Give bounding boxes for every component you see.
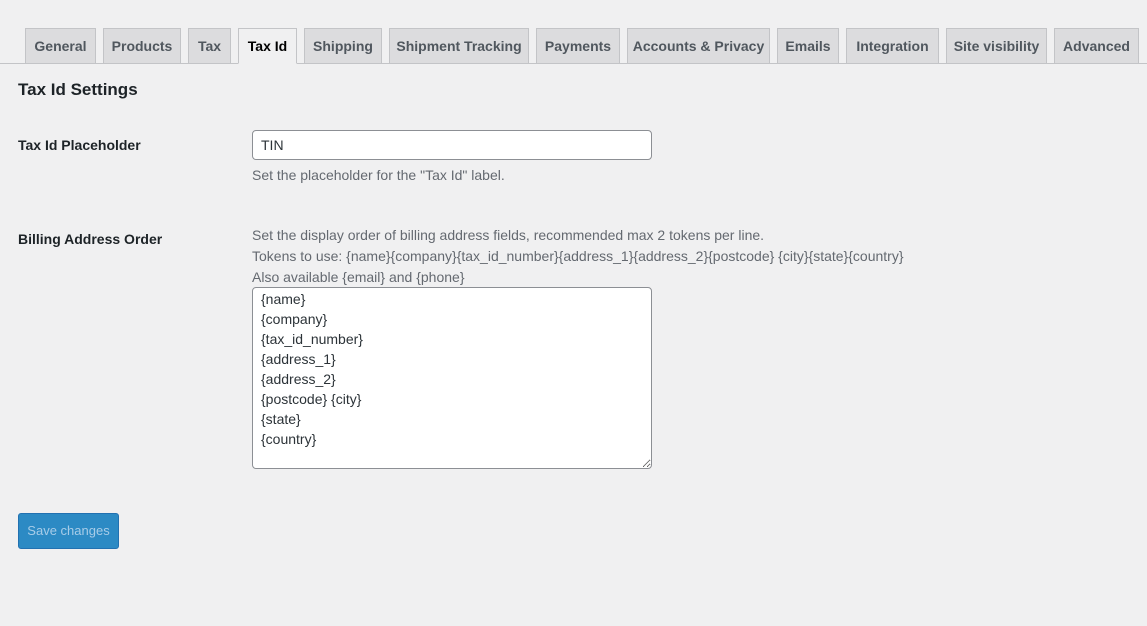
tab-shipment-tracking[interactable]: Shipment Tracking [389, 28, 529, 63]
tab-tax-id[interactable]: Tax Id [238, 28, 297, 64]
tab-payments[interactable]: Payments [536, 28, 620, 63]
billing-address-order-textarea[interactable]: {name} {company} {tax_id_number} {addres… [252, 287, 652, 469]
tab-site-visibility[interactable]: Site visibility [946, 28, 1047, 63]
save-changes-button[interactable]: Save changes [18, 513, 119, 549]
tax-id-placeholder-description: Set the placeholder for the "Tax Id" lab… [252, 167, 505, 183]
settings-tabs: General Products Tax Tax Id Shipping Shi… [0, 28, 1147, 64]
tab-shipping[interactable]: Shipping [304, 28, 382, 63]
tab-emails[interactable]: Emails [777, 28, 839, 63]
tab-tax[interactable]: Tax [188, 28, 231, 63]
tab-integration[interactable]: Integration [846, 28, 939, 63]
tab-advanced[interactable]: Advanced [1054, 28, 1139, 63]
tab-products[interactable]: Products [103, 28, 181, 63]
billing-address-order-label: Billing Address Order [18, 231, 163, 247]
billing-address-order-extra-tokens: Also available {email} and {phone} [252, 269, 465, 285]
section-title: Tax Id Settings [18, 80, 138, 99]
tab-general[interactable]: General [25, 28, 96, 63]
tax-id-placeholder-input[interactable] [252, 130, 652, 160]
billing-address-order-tokens: Tokens to use: {name}{company}{tax_id_nu… [252, 248, 904, 264]
tax-id-placeholder-label: Tax Id Placeholder [18, 137, 141, 153]
tab-accounts-privacy[interactable]: Accounts & Privacy [627, 28, 770, 63]
billing-address-order-description: Set the display order of billing address… [252, 227, 765, 243]
